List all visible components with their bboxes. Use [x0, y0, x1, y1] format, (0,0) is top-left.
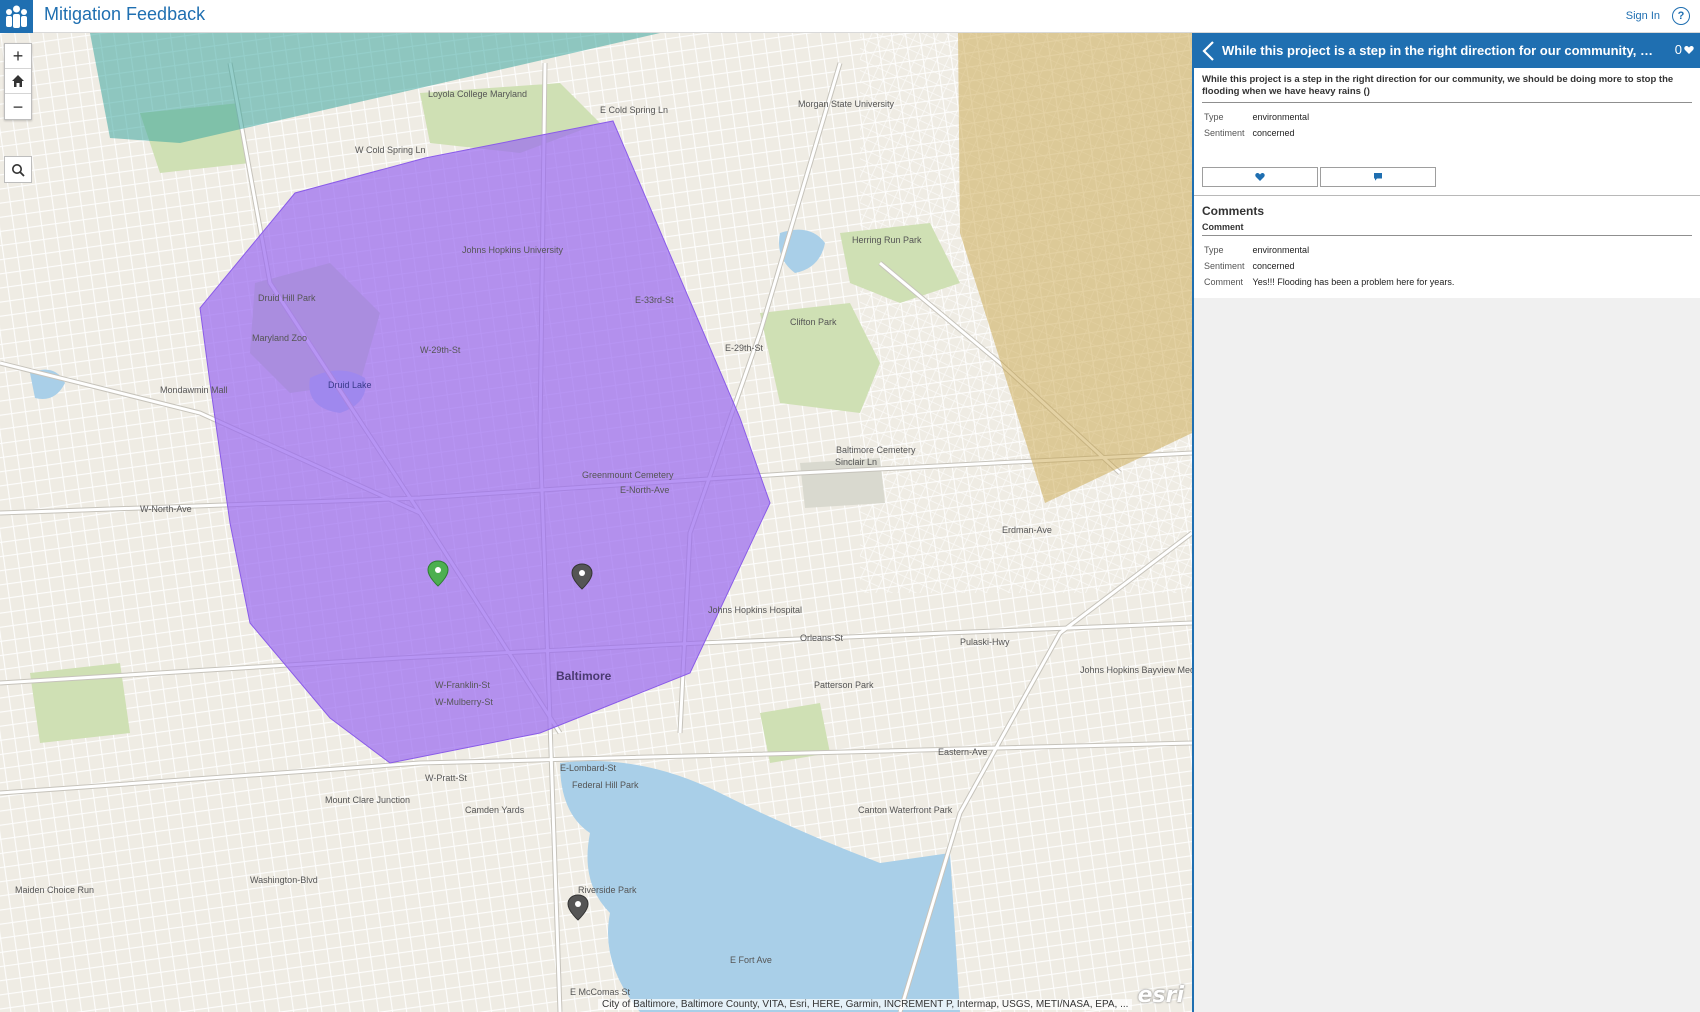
comments-section: Comments Comment Type environmental Sent… — [1194, 196, 1700, 298]
label-erdman: Erdman-Ave — [1002, 525, 1052, 535]
label-north-ave: W-North-Ave — [140, 504, 192, 514]
comment-heading: Comment — [1202, 218, 1692, 236]
feedback-details: While this project is a step in the righ… — [1194, 68, 1700, 196]
feedback-text: While this project is a step in the righ… — [1202, 74, 1692, 103]
attr-value: Yes!!! Flooding has been a problem here … — [1252, 277, 1455, 287]
zoom-out-button[interactable]: − — [5, 94, 31, 119]
attr-key: Type — [1204, 245, 1224, 255]
attr-row-type: Type environmental — [1202, 109, 1315, 125]
label-w-cold-spring: W Cold Spring Ln — [355, 145, 426, 155]
like-button[interactable] — [1202, 167, 1318, 187]
panel-header: While this project is a step in the righ… — [1194, 33, 1700, 68]
search-button[interactable] — [4, 156, 32, 183]
home-icon — [12, 75, 24, 87]
comment-row-comment: Comment Yes!!! Flooding has been a probl… — [1202, 274, 1460, 290]
comment-attributes: Type environmental Sentiment concerned C… — [1202, 242, 1460, 290]
label-e-29th: E-29th-St — [725, 343, 764, 353]
plus-icon: + — [12, 46, 24, 66]
label-e-north-ave: E-North-Ave — [620, 485, 669, 495]
label-druid-lake: Druid Lake — [328, 380, 372, 390]
attr-key: Type — [1204, 112, 1224, 122]
label-mccomas: E McComas St — [570, 987, 631, 997]
label-pulaski: Pulaski-Hwy — [960, 637, 1010, 647]
app-title: Mitigation Feedback — [44, 4, 206, 24]
label-e-cold-spring: E Cold Spring Ln — [600, 105, 668, 115]
map-view[interactable]: Baltimore Mondawmin Mall Druid Hill Park… — [0, 33, 1192, 1012]
attr-key: Comment — [1204, 277, 1244, 287]
sign-in-link[interactable]: Sign In — [1626, 10, 1660, 22]
label-pratt: W-Pratt-St — [425, 773, 467, 783]
back-button[interactable] — [1200, 40, 1218, 62]
minus-icon: − — [12, 96, 24, 117]
vote-count: 0 — [1675, 42, 1694, 57]
search-icon — [12, 163, 25, 177]
comment-button[interactable] — [1320, 167, 1436, 187]
chevron-left-icon — [1202, 41, 1214, 61]
action-row — [1202, 167, 1692, 187]
label-camden: Camden Yards — [465, 805, 525, 815]
feedback-attributes: Type environmental Sentiment concerned — [1202, 109, 1315, 141]
label-orleans: Orleans-St — [800, 633, 844, 643]
basemap: Baltimore Mondawmin Mall Druid Hill Park… — [0, 33, 1192, 1012]
map-attribution: City of Baltimore, Baltimore County, VIT… — [598, 999, 1133, 1010]
people-icon — [0, 0, 33, 33]
esri-logo: esri — [1137, 983, 1184, 1008]
label-canton: Canton Waterfront Park — [858, 805, 953, 815]
attr-key: Sentiment — [1204, 128, 1245, 138]
label-maiden-choice: Maiden Choice Run — [15, 885, 94, 895]
vote-count-value: 0 — [1674, 42, 1682, 57]
zoom-in-button[interactable]: + — [5, 44, 31, 69]
app-header: Mitigation Feedback Sign In ? — [0, 0, 1700, 33]
label-maryland-zoo: Maryland Zoo — [252, 333, 307, 343]
app-root: Mitigation Feedback Sign In ? Baltimore … — [0, 0, 1700, 1012]
label-morgan: Morgan State University — [798, 99, 895, 109]
heart-icon — [1684, 45, 1694, 54]
panel-title: While this project is a step in the righ… — [1222, 43, 1662, 58]
label-jh-bayview: Johns Hopkins Bayview Medical Center — [1080, 665, 1192, 675]
label-e-33rd: E-33rd-St — [635, 295, 674, 305]
label-greenmount: Greenmount Cemetery — [582, 470, 674, 480]
feedback-panel: While this project is a step in the righ… — [1192, 33, 1700, 1012]
label-sinclair: Sinclair Ln — [835, 457, 877, 467]
comments-title: Comments — [1202, 204, 1265, 218]
label-eastern: Eastern-Ave — [938, 747, 987, 757]
label-federal-hill: Federal Hill Park — [572, 780, 639, 790]
label-mulberry: W-Mulberry-St — [435, 697, 493, 707]
label-mt-clare: Mount Clare Junction — [325, 795, 410, 805]
speech-bubble-icon — [1374, 173, 1382, 181]
zoom-controls: + − — [4, 43, 32, 120]
help-icon[interactable]: ? — [1672, 7, 1690, 25]
label-jh-hospital: Johns Hopkins Hospital — [708, 605, 802, 615]
comment-row-sentiment: Sentiment concerned — [1202, 258, 1460, 274]
label-druid-hill: Druid Hill Park — [258, 293, 316, 303]
attr-value: environmental — [1252, 112, 1310, 122]
label-riverside: Riverside Park — [578, 885, 637, 895]
attr-value: concerned — [1252, 128, 1295, 138]
label-lombard: E-Lombard-St — [560, 763, 617, 773]
label-w-29th: W-29th-St — [420, 345, 461, 355]
label-baltimore-cemetery: Baltimore Cemetery — [836, 445, 916, 455]
label-jhu: Johns Hopkins University — [462, 245, 564, 255]
attr-key: Sentiment — [1204, 261, 1245, 271]
label-patterson: Patterson Park — [814, 680, 874, 690]
label-clifton-park: Clifton Park — [790, 317, 837, 327]
label-washington-blvd: Washington-Blvd — [250, 875, 318, 885]
label-baltimore: Baltimore — [556, 669, 612, 683]
label-fort-ave: E Fort Ave — [730, 955, 772, 965]
home-button[interactable] — [5, 69, 31, 94]
label-franklin: W-Franklin-St — [435, 680, 490, 690]
attr-value: environmental — [1252, 245, 1310, 255]
label-mondawmin: Mondawmin Mall — [160, 385, 228, 395]
label-herring-run: Herring Run Park — [852, 235, 922, 245]
attr-row-sentiment: Sentiment concerned — [1202, 125, 1315, 141]
attr-value: concerned — [1252, 261, 1295, 271]
comment-row-type: Type environmental — [1202, 242, 1460, 258]
heart-icon — [1255, 173, 1265, 181]
label-loyola: Loyola College Maryland — [428, 89, 527, 99]
